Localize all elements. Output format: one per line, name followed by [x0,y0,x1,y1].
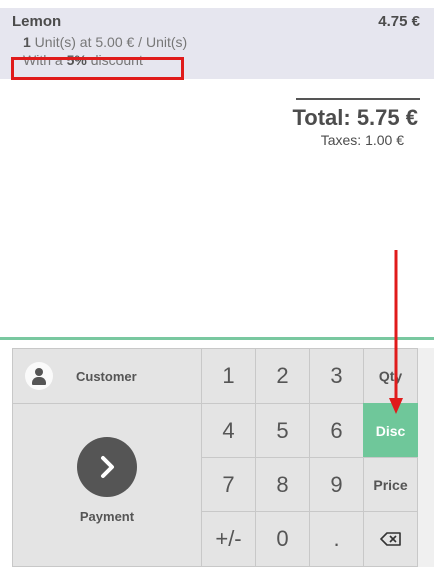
line-qty: 1 [23,34,31,50]
line-price: 4.75 € [378,13,420,30]
numpad-plusminus[interactable]: +/- [201,511,256,567]
orderline-selected[interactable]: Lemon 4.75 € 1 Unit(s) at 5.00 € / Unit(… [0,8,434,80]
numpad-backspace[interactable] [363,511,418,567]
line-quantity-info: 1 Unit(s) at 5.00 € / Unit(s) [23,34,187,50]
customer-label: Customer [76,368,137,384]
order-taxes: Taxes: 1.00 € [320,132,404,148]
numpad-7[interactable]: 7 [201,457,256,512]
numpad-dot[interactable]: . [309,511,364,567]
annotation-arrow [389,250,403,414]
numpad-6[interactable]: 6 [309,403,364,458]
summary-rule [296,98,420,100]
numpad-2[interactable]: 2 [255,348,310,404]
pad-divider [0,337,434,340]
top-spacer [0,0,434,8]
user-icon [25,362,53,390]
backspace-icon [379,532,401,546]
order-total: Total: 5.75 € [292,105,418,130]
customer-button[interactable]: Customer [12,348,202,404]
numpad-8[interactable]: 8 [255,457,310,512]
numpad-5[interactable]: 5 [255,403,310,458]
payment-label: Payment [79,508,135,524]
payment-button[interactable]: Payment [12,403,202,567]
control-panel: Customer Payment 1 2 3 Qty 4 5 6 Disc 7 … [12,348,434,567]
chevron-right-icon [77,436,137,497]
line-unit-text: Unit(s) at 5.00 € / Unit(s) [30,34,188,50]
discount-highlight-box [11,57,184,80]
numpad-3[interactable]: 3 [309,348,364,404]
numpad-0[interactable]: 0 [255,511,310,567]
mode-price-button[interactable]: Price [363,457,418,512]
product-name: Lemon [12,13,62,30]
numpad-9[interactable]: 9 [309,457,364,512]
numpad-1[interactable]: 1 [201,348,256,404]
numpad-4[interactable]: 4 [201,403,256,458]
